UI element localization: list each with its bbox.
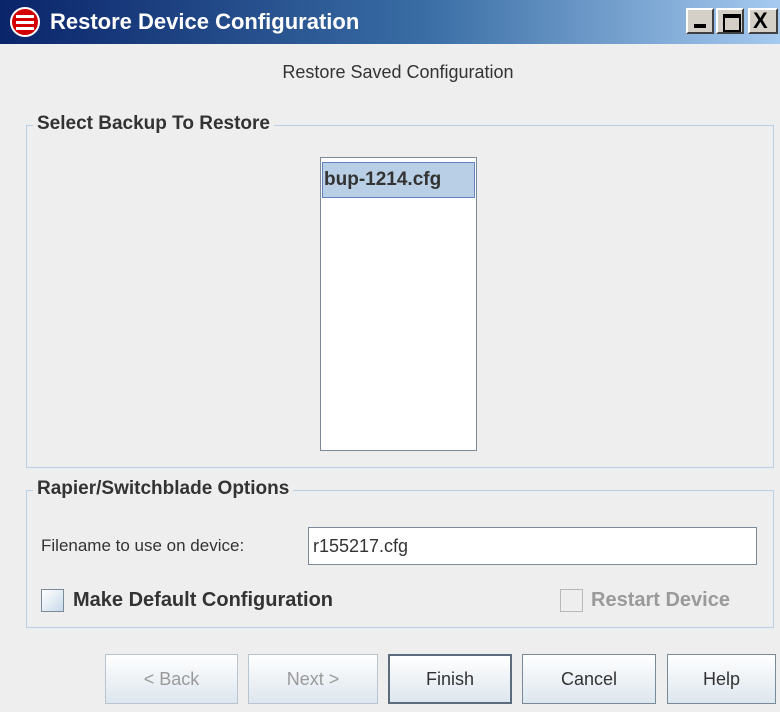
help-button[interactable]: Help <box>667 654 776 704</box>
minimize-button[interactable] <box>686 8 714 34</box>
make-default-checkbox[interactable] <box>41 589 64 612</box>
make-default-label[interactable]: Make Default Configuration <box>73 589 333 612</box>
app-icon <box>10 7 40 37</box>
dialog-subtitle: Restore Saved Configuration <box>282 62 514 82</box>
restart-device-label: Restart Device <box>591 589 730 611</box>
options-group-title: Rapier/Switchblade Options <box>33 478 294 500</box>
filename-input[interactable] <box>308 527 757 565</box>
backup-group-title: Select Backup To Restore <box>33 113 275 135</box>
close-button[interactable]: X <box>748 8 778 34</box>
window-title: Restore Device Configuration <box>50 9 360 34</box>
backup-list[interactable]: bup-1214.cfg <box>320 157 477 451</box>
maximize-button[interactable] <box>716 8 744 34</box>
restore-dialog: Restore Device Configuration X Restore S… <box>0 0 780 712</box>
minimize-icon <box>694 24 706 28</box>
cancel-button[interactable]: Cancel <box>522 654 656 704</box>
finish-button[interactable]: Finish <box>388 654 512 704</box>
filename-label: Filename to use on device: <box>41 536 245 555</box>
title-bar[interactable]: Restore Device Configuration X <box>0 0 780 44</box>
close-icon: X <box>753 8 768 33</box>
next-button: Next > <box>248 654 378 704</box>
restart-device-checkbox <box>560 589 583 612</box>
back-button: < Back <box>105 654 238 704</box>
backup-list-item[interactable]: bup-1214.cfg <box>322 162 475 198</box>
maximize-icon <box>723 14 741 32</box>
